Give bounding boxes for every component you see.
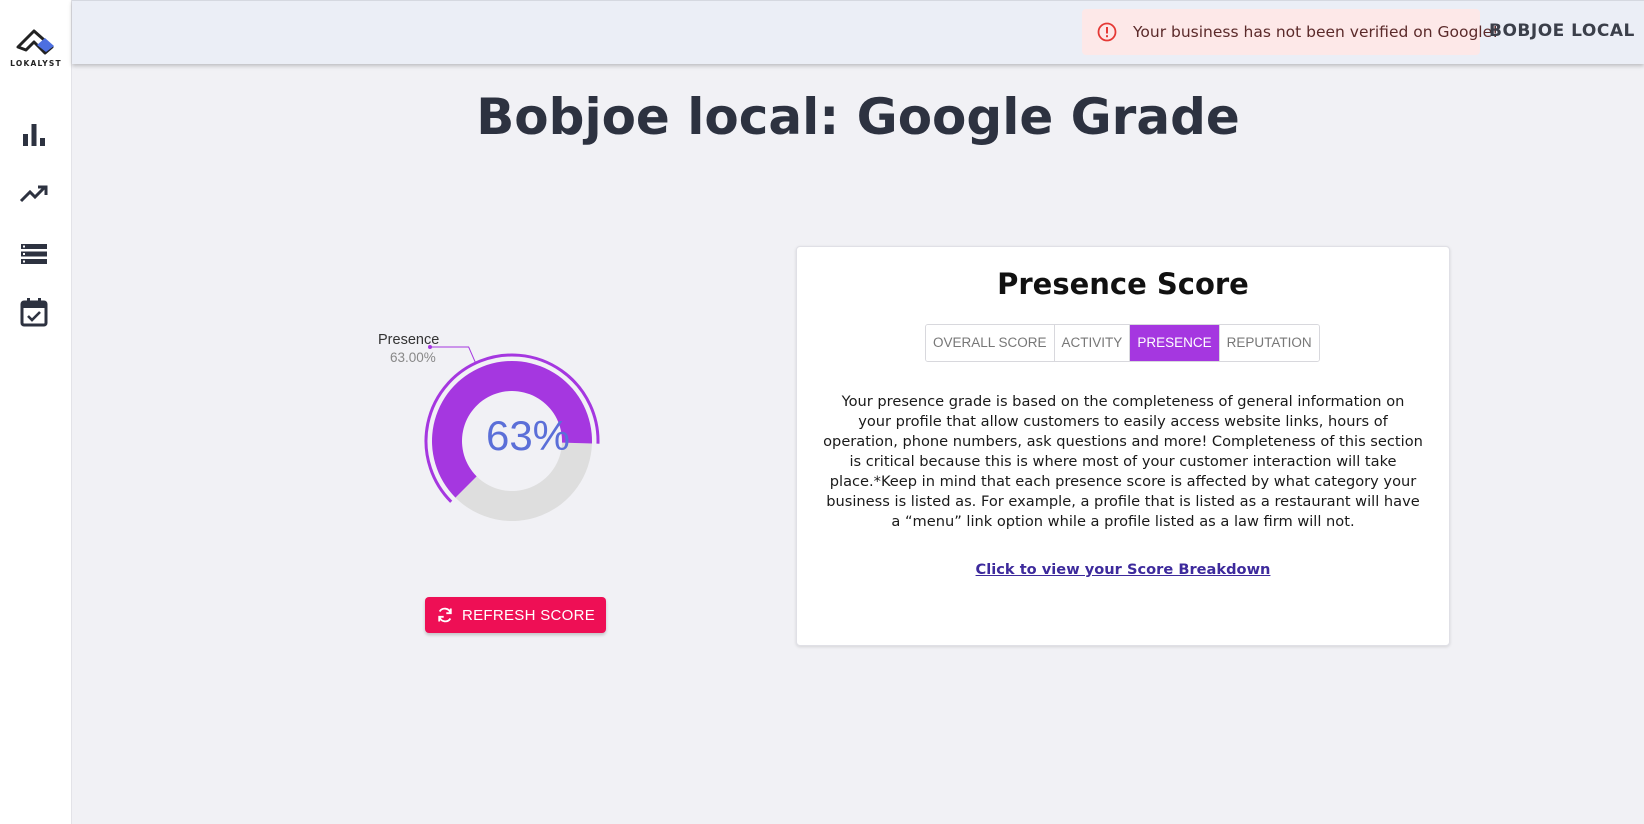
gauge-sub-label: 63.00% bbox=[390, 350, 436, 365]
nav-calendar[interactable] bbox=[18, 296, 50, 328]
refresh-icon bbox=[438, 607, 452, 623]
lokalyst-logo-icon bbox=[16, 29, 54, 55]
gauge-label: Presence bbox=[378, 332, 440, 348]
error-icon bbox=[1097, 22, 1117, 42]
nav-bar-chart[interactable] bbox=[18, 119, 50, 151]
card-title: Presence Score bbox=[997, 267, 1249, 301]
business-name[interactable]: BOBJOE LOCAL bbox=[1489, 21, 1635, 41]
score-tabs: OVERALL SCORE ACTIVITY PRESENCE REPUTATI… bbox=[925, 324, 1320, 362]
card-description: Your presence grade is based on the comp… bbox=[823, 393, 1423, 530]
tab-overall-score[interactable]: OVERALL SCORE bbox=[926, 325, 1055, 361]
list-icon bbox=[21, 244, 47, 264]
verification-alert: Your business has not been verified on G… bbox=[1082, 9, 1498, 55]
score-card: Presence Score OVERALL SCORE ACTIVITY PR… bbox=[796, 246, 1450, 646]
calendar-check-icon bbox=[20, 298, 48, 327]
bar-chart-icon bbox=[23, 124, 45, 146]
page-title: Bobjoe local: Google Grade bbox=[476, 88, 1240, 146]
tab-activity[interactable]: ACTIVITY bbox=[1054, 325, 1131, 361]
gauge-leader-line bbox=[430, 346, 477, 364]
nav-trending[interactable] bbox=[18, 178, 50, 210]
logo[interactable]: LOKALYST bbox=[8, 26, 64, 68]
tab-reputation[interactable]: REPUTATION bbox=[1219, 325, 1319, 361]
score-breakdown-link[interactable]: Click to view your Score Breakdown bbox=[797, 561, 1449, 578]
trending-up-icon bbox=[19, 185, 48, 203]
nav-list[interactable] bbox=[18, 238, 50, 270]
refresh-score-label: REFRESH SCORE bbox=[461, 606, 596, 624]
alert-text: Your business has not been verified on G… bbox=[1133, 23, 1499, 41]
logo-text: LOKALYST bbox=[10, 59, 62, 68]
sidebar: LOKALYST bbox=[0, 0, 72, 824]
presence-gauge: Presence 63.00% 63% bbox=[370, 320, 630, 540]
top-bar: Your business has not been verified on G… bbox=[72, 0, 1644, 64]
tab-presence[interactable]: PRESENCE bbox=[1130, 325, 1220, 361]
refresh-score-button[interactable]: REFRESH SCORE bbox=[425, 597, 606, 633]
gauge-center-value: 63% bbox=[485, 412, 571, 459]
